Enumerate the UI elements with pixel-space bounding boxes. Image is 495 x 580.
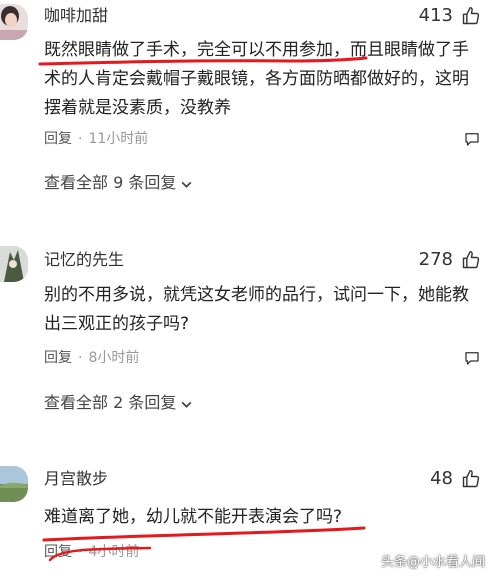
- comment-text: 别的不用多说，就凭这女老师的品行，试问一下，她能教出三观正的孩子吗?: [44, 285, 469, 334]
- comment-item: 记忆的先生 278 别的不用多说，就凭这女老师的品行，试问一下，她能教出三观正的…: [0, 240, 495, 420]
- chevron-down-icon: [181, 181, 192, 188]
- thumbs-up-icon: [462, 469, 480, 488]
- like-count: 413: [418, 5, 453, 26]
- avatar[interactable]: [0, 466, 28, 502]
- separator: ·: [78, 350, 83, 366]
- avatar-image: [0, 466, 28, 502]
- comment-meta: 回复 · 11小时前: [44, 130, 148, 148]
- like-count: 278: [418, 249, 453, 270]
- view-all-replies-button[interactable]: 查看全部 2 条回复: [44, 392, 193, 414]
- view-all-label: 查看全部 9 条回复: [44, 173, 177, 192]
- reply-link[interactable]: 回复: [44, 131, 72, 147]
- chevron-down-icon: [181, 401, 192, 408]
- like-count: 48: [430, 468, 453, 489]
- comment-meta: 回复 · 4小时前: [44, 543, 139, 561]
- reply-link[interactable]: 回复: [44, 544, 72, 560]
- comment-text: 既然眼睛做了手术，完全可以不用参加，而且眼睛做了手术的人肯定会戴帽子戴眼镜，各方…: [44, 40, 469, 118]
- comment-meta: 回复 · 8小时前: [44, 349, 139, 367]
- comment-item: 咖啡加甜 413 既然眼睛做了手术，完全可以不用参加，而且眼睛做了手术的人肯定会…: [0, 0, 495, 200]
- view-all-label: 查看全部 2 条回复: [44, 393, 177, 412]
- thumbs-up-icon: [462, 250, 480, 269]
- reply-link[interactable]: 回复: [44, 350, 72, 366]
- watermark: 头条@小水看人间: [380, 555, 485, 570]
- timestamp: 8小时前: [88, 350, 140, 366]
- like-button[interactable]: 413: [419, 5, 481, 27]
- separator: ·: [78, 544, 83, 560]
- reply-bubble-icon[interactable]: [463, 349, 481, 367]
- avatar-image: [0, 246, 28, 282]
- timestamp: 11小时前: [88, 131, 149, 147]
- timestamp: 4小时前: [88, 544, 140, 560]
- username[interactable]: 咖啡加甜: [44, 6, 108, 26]
- separator: ·: [78, 131, 83, 147]
- username[interactable]: 月宫散步: [44, 469, 108, 489]
- like-button[interactable]: 48: [430, 468, 481, 490]
- comment-text: 难道离了她，幼儿就不能开表演会了吗?: [44, 507, 343, 527]
- avatar[interactable]: [0, 246, 28, 282]
- username[interactable]: 记忆的先生: [44, 250, 124, 270]
- avatar-image: [0, 4, 28, 40]
- view-all-replies-button[interactable]: 查看全部 9 条回复: [44, 172, 193, 194]
- avatar[interactable]: [0, 4, 28, 40]
- like-button[interactable]: 278: [419, 249, 481, 271]
- reply-bubble-icon[interactable]: [463, 130, 481, 148]
- thumbs-up-icon: [462, 6, 480, 25]
